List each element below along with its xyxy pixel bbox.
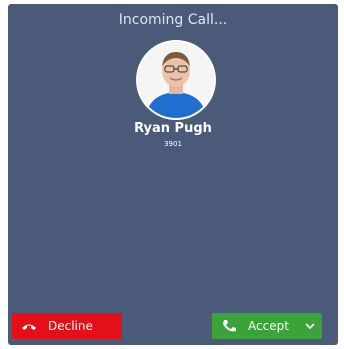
- decline-button[interactable]: Decline: [12, 313, 122, 339]
- phone-icon: [220, 318, 238, 334]
- caller-extension: 3901: [164, 140, 182, 148]
- incoming-call-panel: Incoming Call... Ryan Pugh 3901: [8, 4, 338, 345]
- caller-avatar: [136, 40, 216, 120]
- caller-photo: [138, 42, 214, 118]
- decline-label: Decline: [48, 319, 93, 333]
- phone-hangup-icon: [20, 318, 38, 334]
- accept-button[interactable]: Accept: [212, 313, 322, 339]
- accept-label: Accept: [248, 319, 289, 333]
- chevron-down-icon[interactable]: [304, 320, 316, 332]
- incoming-call-title: Incoming Call...: [118, 12, 228, 28]
- caller-name: Ryan Pugh: [134, 121, 212, 136]
